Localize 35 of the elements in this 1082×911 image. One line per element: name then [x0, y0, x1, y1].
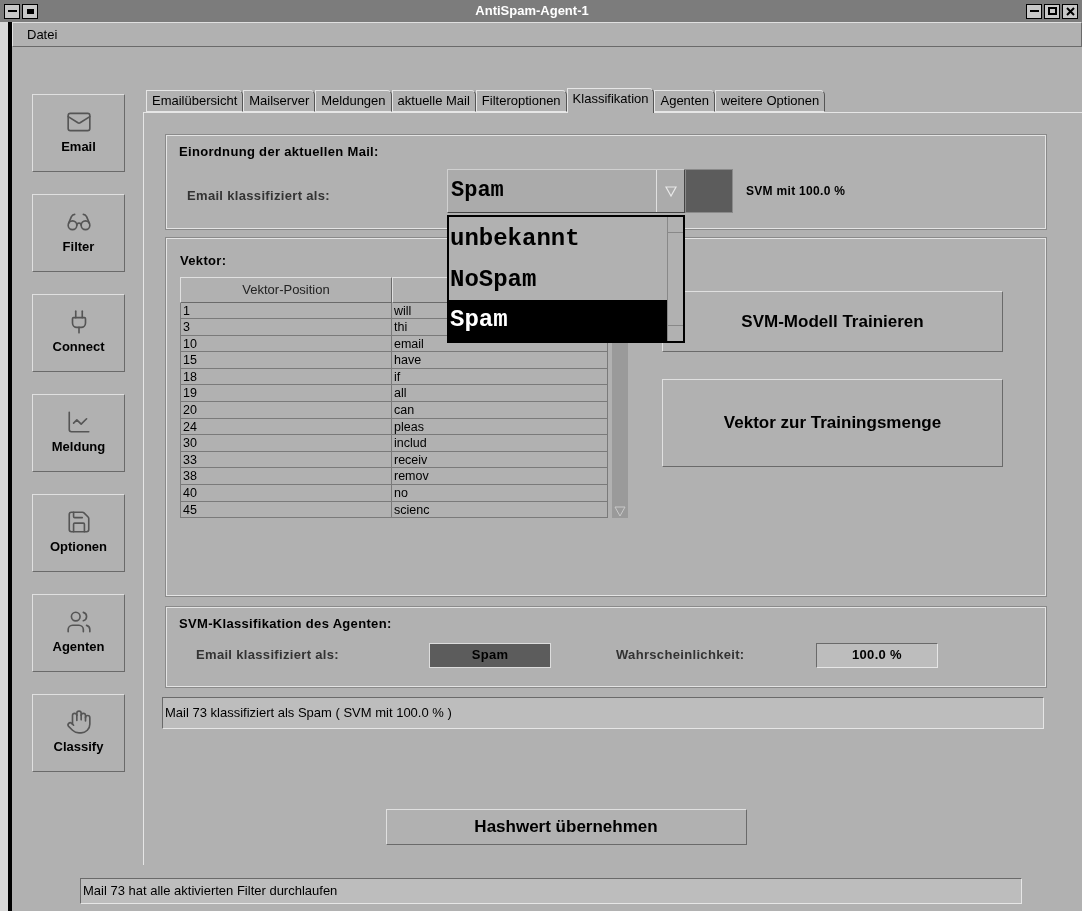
message-field: Mail 73 klassifiziert als Spam ( SVM mit 100.0 % ) [162, 697, 1044, 729]
field-label: Email klassifiziert als: [186, 186, 331, 205]
section-title: SVM-Klassifikation des Agenten: [179, 615, 392, 633]
table-cell: 20 [180, 402, 392, 418]
table-cell: 38 [180, 468, 392, 485]
table-cell: 19 [180, 385, 392, 402]
table-cell: scienc [392, 501, 608, 518]
field-label: Wahrscheinlichkeit: [616, 646, 746, 665]
status-bar: Mail 73 hat alle aktivierten Filter durchlaufen [80, 878, 1022, 904]
table-cell: 18 [180, 368, 392, 385]
probability-field: 100.0 % [816, 642, 938, 668]
table-cell: includ [392, 435, 608, 451]
table-cell: can [392, 402, 608, 418]
table-cell: all [392, 385, 608, 402]
table-cell: receiv [392, 451, 608, 468]
field-label: Email klassifiziert als: [195, 646, 340, 665]
table-cell: pleas [392, 418, 608, 435]
table-cell: have [392, 352, 608, 368]
table-cell: 33 [180, 451, 392, 468]
section-title: Vektor: [180, 252, 227, 270]
class-value-field: Spam [429, 642, 551, 668]
window-title: AntiSpam-Agent-1 [475, 2, 589, 21]
table-cell: 45 [180, 501, 392, 518]
table-cell: 1 [180, 302, 392, 319]
table-cell: remov [392, 468, 608, 485]
table-cell: 40 [180, 485, 392, 501]
table-cell: 10 [180, 335, 392, 352]
table-cell: if [392, 368, 608, 385]
result-text: SVM mit 100.0 % [746, 182, 846, 200]
table-cell: 30 [180, 435, 392, 451]
table-cell: 24 [180, 418, 392, 435]
table-cell: 15 [180, 352, 392, 368]
table-cell: no [392, 485, 608, 501]
table-cell: 3 [180, 319, 392, 335]
section-title: Einordnung der aktuellen Mail: [179, 143, 379, 161]
